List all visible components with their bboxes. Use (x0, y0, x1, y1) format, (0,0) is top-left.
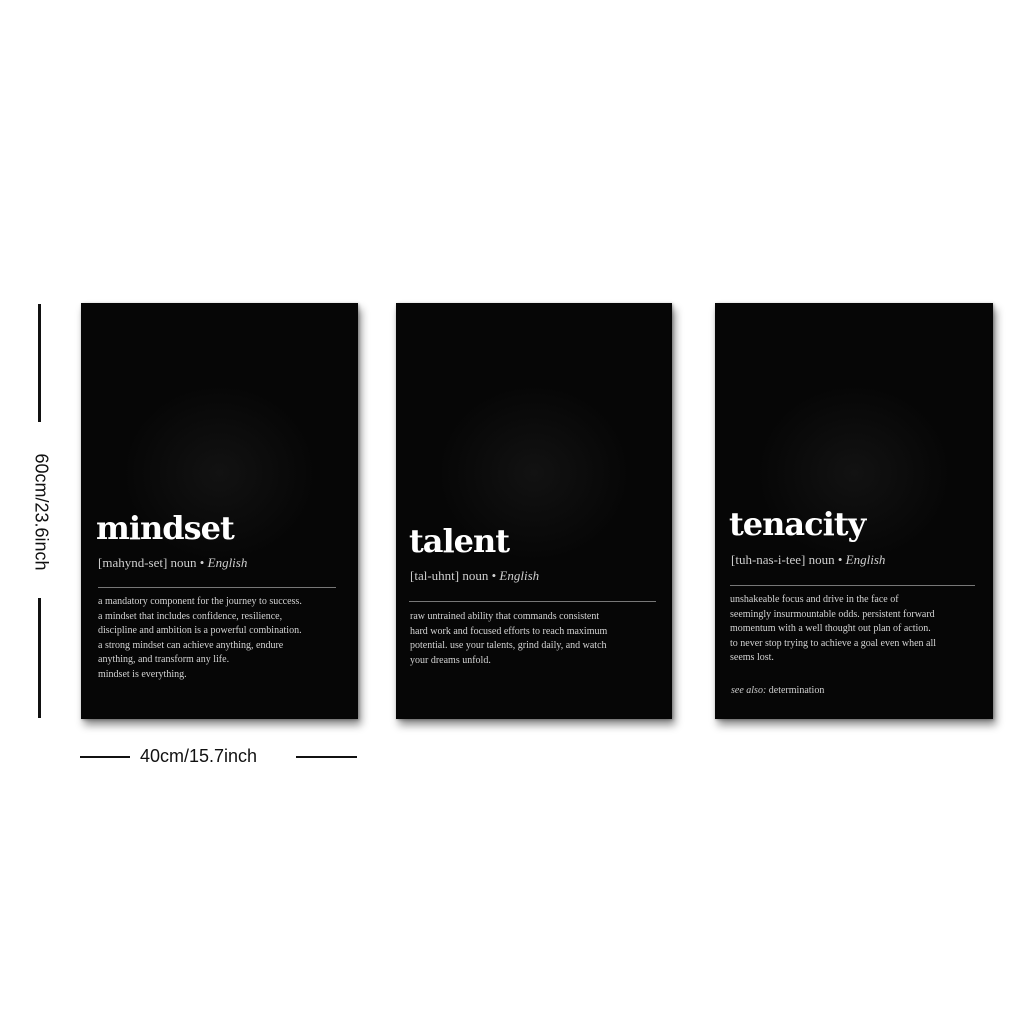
see-also: see also: determination (731, 685, 824, 696)
pronunciation-text: [tal-uhnt] noun • (410, 568, 497, 583)
poster-panel-tenacity: tenacity [tuh-nas-i-tee] noun • English … (715, 303, 993, 719)
poster-definition: a mandatory component for the journey to… (98, 595, 302, 683)
poster-word: talent (409, 522, 510, 560)
height-dimension-line-top (38, 304, 41, 422)
definition-line: your dreams unfold. (410, 654, 491, 666)
divider (409, 601, 656, 602)
definition-line: discipline and ambition is a powerful co… (98, 625, 302, 637)
height-dimension-line-bottom (38, 598, 41, 718)
poster-pronunciation: [tuh-nas-i-tee] noun • English (731, 552, 885, 568)
definition-line: a mindset that includes confidence, resi… (98, 610, 283, 622)
definition-line: unshakeable focus and drive in the face … (730, 594, 899, 605)
definition-line: raw untrained ability that commands cons… (410, 611, 600, 622)
language-label: English (845, 552, 886, 567)
divider (98, 587, 336, 588)
language-label: English (207, 555, 248, 570)
poster-word: tenacity (729, 505, 866, 543)
poster-pronunciation: [mahynd-set] noun • English (98, 555, 247, 571)
poster-pronunciation: [tal-uhnt] noun • English (410, 568, 539, 584)
definition-line: anything, and transform any life. (98, 654, 230, 666)
definition-line: potential. use your talents, grind daily… (410, 640, 607, 652)
poster-panel-talent: talent [tal-uhnt] noun • English raw unt… (396, 303, 672, 719)
definition-line: a strong mindset can achieve anything, e… (98, 639, 284, 651)
language-label: English (499, 568, 540, 583)
definition-line: hard work and focused efforts to reach m… (410, 625, 608, 637)
poster-word: mindset (96, 509, 235, 547)
definition-line: momentum with a well thought out plan of… (730, 623, 931, 635)
pronunciation-text: [tuh-nas-i-tee] noun • (731, 552, 843, 567)
definition-line: seemingly insurmountable odds. persisten… (730, 608, 935, 620)
definition-line: mindset is everything. (98, 668, 187, 680)
width-dimension-label: 40cm/15.7inch (140, 746, 258, 766)
see-also-label: see also: (731, 685, 767, 696)
divider (730, 585, 975, 586)
definition-line: seems lost. (730, 652, 774, 664)
width-dimension-line-right (296, 756, 357, 758)
poster-definition: raw untrained ability that commands cons… (410, 610, 607, 668)
width-dimension-line-left (80, 756, 130, 758)
definition-line: to never stop trying to achieve a goal e… (730, 637, 937, 649)
poster-panel-mindset: mindset [mahynd-set] noun • English a ma… (81, 303, 358, 719)
pronunciation-text: [mahynd-set] noun • (98, 555, 205, 570)
definition-line: a mandatory component for the journey to… (98, 596, 302, 607)
poster-definition: unshakeable focus and drive in the face … (730, 593, 936, 666)
see-also-value: determination (768, 685, 825, 696)
height-dimension-label: 60cm/23.6inch (31, 453, 52, 571)
